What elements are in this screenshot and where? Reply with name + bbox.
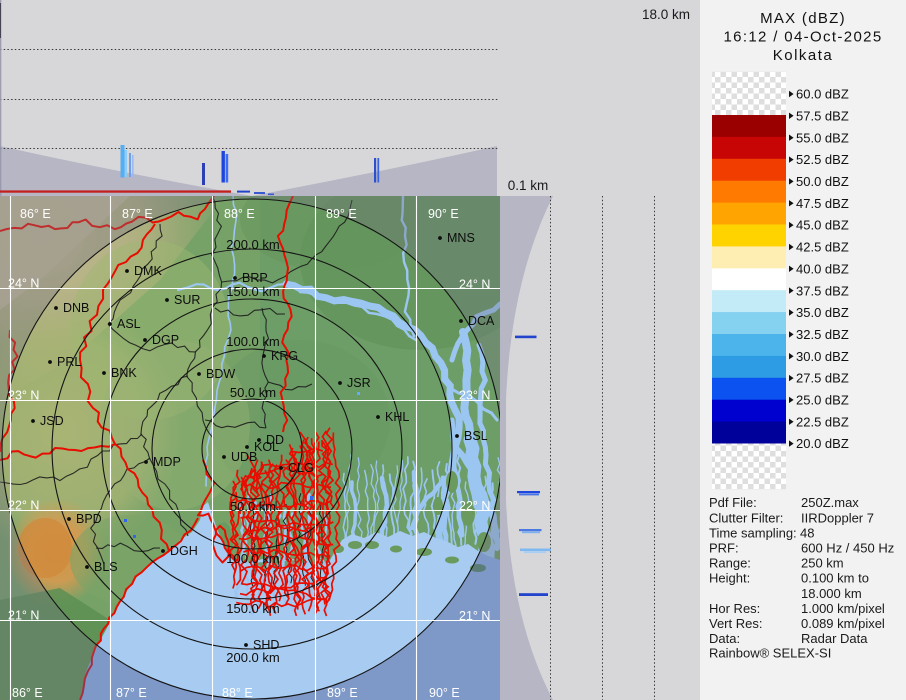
svg-text:1.000 km/pixel: 1.000 km/pixel <box>801 601 885 616</box>
svg-text:24° N: 24° N <box>459 278 490 292</box>
svg-text:200.0 km: 200.0 km <box>226 237 279 252</box>
svg-text:55.0 dBZ: 55.0 dBZ <box>796 130 849 145</box>
svg-text:Clutter Filter:: Clutter Filter: <box>709 510 783 525</box>
svg-text:27.5 dBZ: 27.5 dBZ <box>796 371 849 386</box>
svg-text:BDW: BDW <box>206 367 235 381</box>
svg-text:20.0 dBZ: 20.0 dBZ <box>796 436 849 451</box>
svg-text:86° E: 86° E <box>20 207 51 221</box>
svg-text:Kolkata: Kolkata <box>773 47 834 64</box>
svg-text:DMK: DMK <box>134 264 162 278</box>
svg-text:Time sampling:: Time sampling: <box>709 525 797 540</box>
svg-text:23° N: 23° N <box>459 389 490 403</box>
svg-text:Rainbow® SELEX-SI: Rainbow® SELEX-SI <box>709 645 831 660</box>
svg-text:ASL: ASL <box>117 317 141 331</box>
svg-text:50.0 km: 50.0 km <box>230 499 276 514</box>
svg-text:57.5 dBZ: 57.5 dBZ <box>796 108 849 123</box>
svg-text:PRF:: PRF: <box>709 541 739 556</box>
svg-text:48: 48 <box>800 525 814 540</box>
svg-text:Radar Data: Radar Data <box>801 631 868 646</box>
svg-text:18.0 km: 18.0 km <box>642 7 690 22</box>
svg-text:0.100 km to: 0.100 km to <box>801 571 869 586</box>
svg-text:100.0 km: 100.0 km <box>226 551 279 566</box>
svg-text:MDP: MDP <box>153 455 181 469</box>
svg-text:CLG: CLG <box>288 461 314 475</box>
svg-text:89° E: 89° E <box>326 207 357 221</box>
svg-text:40.0 dBZ: 40.0 dBZ <box>796 261 849 276</box>
svg-text:DGH: DGH <box>170 544 198 558</box>
svg-text:BLS: BLS <box>94 560 118 574</box>
svg-text:KOL: KOL <box>254 440 279 454</box>
svg-text:22.5 dBZ: 22.5 dBZ <box>796 414 849 429</box>
svg-text:0.089 km/pixel: 0.089 km/pixel <box>801 616 885 631</box>
svg-text:90° E: 90° E <box>428 207 459 221</box>
svg-text:22° N: 22° N <box>8 499 39 513</box>
svg-text:86° E: 86° E <box>12 686 43 700</box>
svg-text:KRG: KRG <box>271 349 298 363</box>
svg-text:150.0 km: 150.0 km <box>226 601 279 616</box>
svg-text:90° E: 90° E <box>429 686 460 700</box>
svg-text:BRP: BRP <box>242 271 268 285</box>
svg-text:35.0 dBZ: 35.0 dBZ <box>796 305 849 320</box>
svg-text:100.0 km: 100.0 km <box>226 334 279 349</box>
svg-text:BNK: BNK <box>111 366 137 380</box>
svg-text:Data:: Data: <box>709 631 740 646</box>
svg-text:250 km: 250 km <box>801 556 844 571</box>
svg-text:45.0 dBZ: 45.0 dBZ <box>796 218 849 233</box>
svg-text:23° N: 23° N <box>8 389 39 403</box>
svg-text:0.1 km: 0.1 km <box>508 178 549 193</box>
svg-text:16:12 / 04-Oct-2025: 16:12 / 04-Oct-2025 <box>723 29 882 46</box>
svg-text:21° N: 21° N <box>459 609 490 623</box>
svg-text:250Z.max: 250Z.max <box>801 495 859 510</box>
svg-text:60.0 dBZ: 60.0 dBZ <box>796 87 849 102</box>
svg-text:50.0 km: 50.0 km <box>230 385 276 400</box>
svg-text:600 Hz / 450 Hz: 600 Hz / 450 Hz <box>801 541 894 556</box>
svg-text:150.0 km: 150.0 km <box>226 284 279 299</box>
svg-text:52.5 dBZ: 52.5 dBZ <box>796 152 849 167</box>
svg-text:MAX (dBZ): MAX (dBZ) <box>760 10 846 27</box>
svg-text:32.5 dBZ: 32.5 dBZ <box>796 327 849 342</box>
svg-text:47.5 dBZ: 47.5 dBZ <box>796 196 849 211</box>
svg-text:UDB: UDB <box>231 450 257 464</box>
svg-text:JSR: JSR <box>347 376 371 390</box>
svg-text:KHL: KHL <box>385 410 409 424</box>
svg-text:37.5 dBZ: 37.5 dBZ <box>796 283 849 298</box>
svg-text:BSL: BSL <box>464 429 488 443</box>
svg-text:22° N: 22° N <box>459 499 490 513</box>
svg-text:JSD: JSD <box>40 414 64 428</box>
svg-text:88° E: 88° E <box>224 207 255 221</box>
svg-text:Hor Res:: Hor Res: <box>709 601 760 616</box>
svg-text:MNS: MNS <box>447 231 475 245</box>
svg-text:Vert Res:: Vert Res: <box>709 616 762 631</box>
svg-text:25.0 dBZ: 25.0 dBZ <box>796 393 849 408</box>
svg-text:IIRDoppler 7: IIRDoppler 7 <box>801 510 874 525</box>
svg-text:SHD: SHD <box>253 638 279 652</box>
svg-text:87° E: 87° E <box>116 686 147 700</box>
svg-text:Range:: Range: <box>709 556 751 571</box>
svg-text:Height:: Height: <box>709 571 750 586</box>
svg-text:30.0 dBZ: 30.0 dBZ <box>796 349 849 364</box>
svg-text:DNB: DNB <box>63 301 89 315</box>
svg-text:18.000 km: 18.000 km <box>801 586 862 601</box>
svg-text:42.5 dBZ: 42.5 dBZ <box>796 240 849 255</box>
svg-text:21° N: 21° N <box>8 609 39 623</box>
svg-text:50.0 dBZ: 50.0 dBZ <box>796 174 849 189</box>
svg-text:200.0 km: 200.0 km <box>226 650 279 665</box>
svg-text:PRL: PRL <box>57 355 81 369</box>
svg-text:DGP: DGP <box>152 333 179 347</box>
svg-text:Pdf File:: Pdf File: <box>709 495 757 510</box>
svg-text:SUR: SUR <box>174 293 200 307</box>
svg-text:89° E: 89° E <box>327 686 358 700</box>
svg-text:DCA: DCA <box>468 314 495 328</box>
svg-text:24° N: 24° N <box>8 277 39 291</box>
svg-text:88° E: 88° E <box>222 686 253 700</box>
svg-text:BPD: BPD <box>76 512 102 526</box>
svg-text:87° E: 87° E <box>122 207 153 221</box>
